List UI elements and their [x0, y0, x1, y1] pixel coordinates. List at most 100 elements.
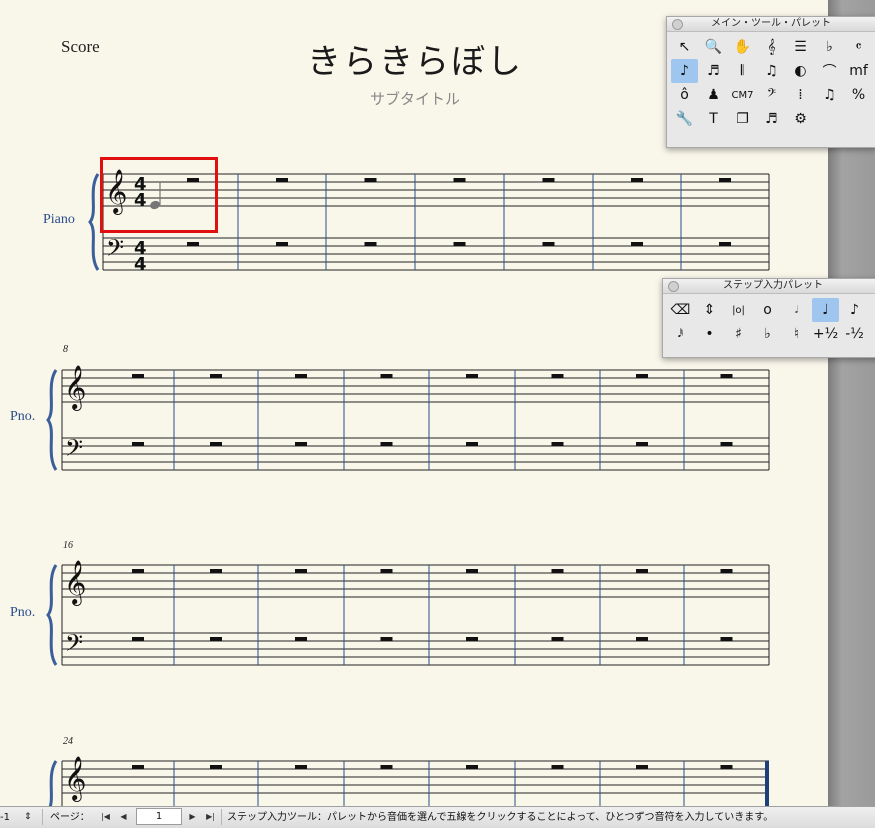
treble-clef-icon: 𝄞: [64, 365, 86, 411]
bass-clef-icon: 𝄢: [65, 434, 83, 467]
treble-clef-icon: 𝄞: [64, 560, 86, 606]
whole-rest: [720, 637, 733, 641]
whole-rest: [364, 178, 377, 182]
lyrics-icon[interactable]: ⁞: [787, 83, 814, 107]
whole-rest: [210, 374, 222, 378]
sharp-icon[interactable]: ♯: [725, 322, 752, 346]
close-icon[interactable]: [668, 281, 679, 292]
clef-tool-icon[interactable]: 𝄞: [758, 35, 785, 59]
whole-rest: [466, 569, 478, 573]
natural-icon[interactable]: ♮: [783, 322, 810, 346]
whole-rest: [720, 765, 733, 769]
main-tool-grid: ↖ 🔍 ✋ 𝄞 ☰ ♭ 𝄴 ♪ ♬ 𝄃 ♫ ◐ ⌒ mf ô ♟ CM7 𝄢 ⁞ ♫% 🔧 T ❐ ♬ ⚙: [667, 32, 875, 134]
previous-page-icon[interactable]: ◀: [117, 809, 130, 824]
hyperscribe-icon[interactable]: 𝄃: [729, 59, 756, 83]
close-icon[interactable]: [672, 19, 683, 30]
mirror-icon[interactable]: ♟: [700, 83, 727, 107]
whole-rest: [276, 242, 288, 246]
hand-icon[interactable]: ✋: [729, 35, 756, 59]
whole-note-icon[interactable]: o: [754, 298, 781, 322]
whole-rest: [132, 374, 144, 378]
system-brace: [46, 564, 58, 666]
whole-rest: [636, 569, 648, 573]
whole-rest: [720, 374, 733, 378]
key-signature-icon[interactable]: ♭: [816, 35, 843, 59]
staff-tool-icon[interactable]: ☰: [787, 35, 814, 59]
measure-tool-icon[interactable]: 𝄢: [758, 83, 785, 107]
smart-shape-icon[interactable]: ◐: [787, 59, 814, 83]
zoom-icon[interactable]: 🔍: [700, 35, 727, 59]
eraser-icon[interactable]: ⌫: [667, 298, 694, 322]
stem-direction-icon[interactable]: ⇕: [696, 298, 723, 322]
quarter-note-icon[interactable]: ♩: [812, 298, 839, 322]
score-label: Score: [61, 37, 100, 56]
whole-rest: [720, 569, 733, 573]
main-palette-titlebar[interactable]: メイン・ツール・パレット: [667, 17, 875, 32]
chord-icon[interactable]: CM7: [729, 83, 756, 107]
wrench-icon[interactable]: 🔧: [671, 107, 698, 131]
zoom-value[interactable]: -1: [0, 810, 10, 825]
speedy-entry-icon[interactable]: ♬: [700, 59, 727, 83]
status-bar: -1 ⇕ ページ： |◀ ◀ 1 ▶ ▶| ステップ入力ツール：パレットから音価…: [0, 806, 875, 828]
whole-rest: [453, 242, 466, 246]
dot-icon[interactable]: •: [696, 322, 723, 346]
time-signature-icon[interactable]: 𝄴: [845, 35, 872, 59]
percent-icon[interactable]: %: [845, 83, 872, 107]
page-label: ページ：: [50, 812, 90, 823]
page-layout-icon[interactable]: ❐: [729, 107, 756, 131]
step-palette-titlebar[interactable]: ステップ入力パレット: [663, 279, 875, 294]
whole-rest: [466, 765, 478, 769]
main-tool-palette[interactable]: メイン・ツール・パレット ↖ 🔍 ✋ 𝄞 ☰ ♭ 𝄴 ♪ ♬ 𝄃 ♫ ◐ ⌒ mf ô ♟ CM7 𝄢 ⁞ ♫% 🔧 T ❐…: [666, 16, 875, 148]
special-tools-icon[interactable]: ⚙: [787, 107, 814, 131]
score-subtitle[interactable]: サブタイトル: [240, 88, 590, 109]
tuplet-icon[interactable]: ♫: [758, 59, 785, 83]
resize-icon[interactable]: ♫: [816, 83, 843, 107]
half-note-icon[interactable]: 𝅗𝅥: [783, 298, 810, 322]
measure-selection-highlight[interactable]: [100, 157, 218, 233]
step-tool-grid: ⌫ ⇕ |o| o 𝅗𝅥 ♩ ♪ 𝅘𝅥𝅱 • ♯ ♭ ♮ +½ -½: [663, 294, 875, 349]
instrument-name-pno: Pno.: [10, 409, 36, 424]
note-mover-icon[interactable]: ♬: [758, 107, 785, 131]
text-tool-icon[interactable]: T: [700, 107, 727, 131]
whole-rest: [542, 242, 555, 246]
whole-rest: [631, 178, 643, 182]
next-page-icon[interactable]: ▶: [186, 809, 199, 824]
simple-entry-icon[interactable]: ♪: [671, 59, 698, 83]
whole-rest: [132, 765, 144, 769]
status-message: ステップ入力ツール：パレットから音価を選んで五線をクリックすることによって、ひと…: [227, 812, 774, 823]
whole-rest: [551, 765, 564, 769]
sixty-fourth-note-icon[interactable]: 𝅘𝅥𝅱: [667, 322, 694, 346]
whole-rest: [719, 178, 731, 182]
repeat-icon[interactable]: ô: [671, 83, 698, 107]
whole-rest: [276, 178, 288, 182]
whole-rest: [295, 637, 307, 641]
whole-rest: [210, 442, 222, 446]
expression-icon[interactable]: mf: [845, 59, 872, 83]
whole-rest: [187, 242, 199, 246]
whole-rest: [551, 637, 564, 641]
select-arrow-icon[interactable]: ↖: [671, 35, 698, 59]
whole-rest: [631, 242, 643, 246]
whole-rest: [380, 637, 393, 641]
zoom-stepper-icon[interactable]: ⇕: [24, 810, 32, 825]
page-number-input[interactable]: 1: [136, 808, 182, 825]
half-step-down-icon[interactable]: -½: [841, 322, 868, 346]
flat-icon[interactable]: ♭: [754, 322, 781, 346]
divider: [42, 809, 43, 825]
first-page-icon[interactable]: |◀: [99, 809, 112, 824]
divider: [221, 809, 222, 825]
half-step-up-icon[interactable]: +½: [812, 322, 839, 346]
whole-rest: [210, 765, 222, 769]
eighth-note-icon[interactable]: ♪: [841, 298, 868, 322]
bass-clef-icon: 𝄢: [65, 629, 83, 662]
double-whole-note-icon[interactable]: |o|: [725, 298, 752, 322]
score-title[interactable]: きらきらぼし: [240, 34, 590, 83]
instrument-name-piano: Piano: [43, 212, 75, 227]
articulation-icon[interactable]: ⌒: [816, 59, 843, 83]
system-brace: [48, 760, 58, 806]
whole-rest: [636, 374, 648, 378]
treble-clef-icon: 𝄞: [64, 756, 86, 802]
whole-rest: [380, 374, 393, 378]
step-entry-palette[interactable]: ステップ入力パレット ⌫ ⇕ |o| o 𝅗𝅥 ♩ ♪ 𝅘𝅥𝅱 • ♯ ♭ ♮ +½ -½: [662, 278, 875, 358]
last-page-icon[interactable]: ▶|: [204, 809, 217, 824]
